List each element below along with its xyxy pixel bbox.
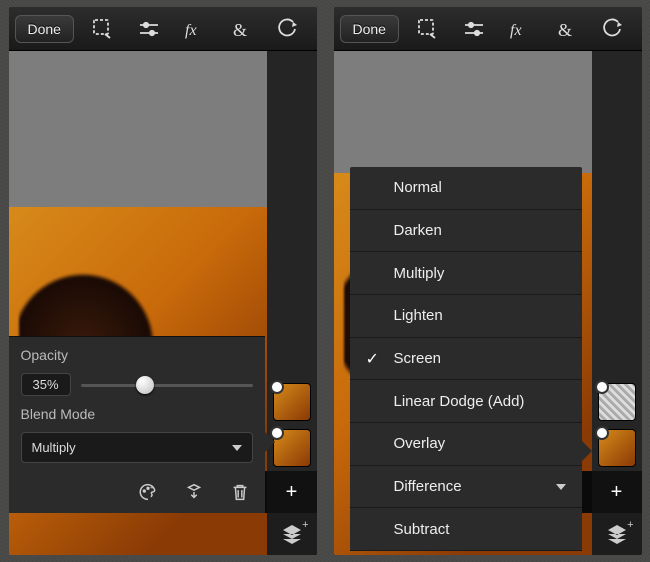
panel-pointer-icon — [265, 432, 275, 452]
blend-mode-option-multiply[interactable]: Multiply — [350, 252, 582, 295]
opacity-value-field[interactable]: 35% — [21, 373, 71, 396]
blend-mode-select[interactable]: Multiply — [21, 432, 253, 463]
add-layer-button[interactable]: + — [592, 471, 642, 513]
blend-mode-option-overlay[interactable]: Overlay — [350, 423, 582, 466]
blend-mode-option-screen[interactable]: Screen — [350, 338, 582, 381]
done-button[interactable]: Done — [15, 15, 74, 43]
undo-icon[interactable] — [595, 12, 629, 46]
svg-text:+: + — [149, 482, 153, 491]
undo-icon[interactable] — [270, 12, 304, 46]
fx-tool-icon[interactable]: fx — [503, 12, 537, 46]
svg-text:fx: fx — [510, 22, 522, 39]
toolbar-icons: fx & — [74, 12, 311, 46]
blend-mode-label: Blend Mode — [21, 406, 253, 422]
layers-column: + + — [267, 51, 317, 555]
opacity-slider[interactable] — [81, 377, 253, 393]
blend-mode-menu: Normal Darken Multiply Lighten Screen Li… — [350, 167, 582, 551]
blend-mode-option-linear-dodge[interactable]: Linear Dodge (Add) — [350, 380, 582, 423]
blend-mode-option-darken[interactable]: Darken — [350, 210, 582, 253]
canvas-empty-area — [9, 51, 267, 207]
canvas-empty-area — [334, 51, 592, 173]
toolbar-icons: fx & — [399, 12, 636, 46]
menu-pointer-icon — [582, 441, 592, 461]
selection-tool-icon[interactable] — [86, 12, 120, 46]
svg-text:fx: fx — [185, 22, 197, 39]
done-button[interactable]: Done — [340, 15, 399, 43]
opacity-label: Opacity — [21, 347, 253, 363]
merge-down-icon[interactable] — [181, 479, 207, 505]
blend-mode-value: Multiply — [32, 440, 76, 455]
layer-options-panel: Opacity 35% Blend Mode Multiply + — [9, 336, 265, 513]
layer-thumb-1[interactable] — [273, 383, 311, 421]
layer-action-icons: + — [21, 473, 253, 505]
ampersand-tool-icon[interactable]: & — [549, 12, 583, 46]
adjust-tool-icon[interactable] — [132, 12, 166, 46]
ampersand-tool-icon[interactable]: & — [224, 12, 258, 46]
fx-tool-icon[interactable]: fx — [178, 12, 212, 46]
chevron-down-icon — [232, 445, 242, 451]
app-window-right: Done fx & + + Normal Darken Multip — [334, 7, 642, 555]
layer-thumb-1[interactable] — [598, 383, 636, 421]
toolbar: Done fx & — [334, 7, 642, 51]
layers-panel-button[interactable]: + — [267, 513, 317, 555]
toolbar: Done fx & — [9, 7, 317, 51]
blend-mode-option-lighten[interactable]: Lighten — [350, 295, 582, 338]
plus-badge-icon: + — [627, 519, 633, 531]
adjust-tool-icon[interactable] — [457, 12, 491, 46]
layers-column: + + — [592, 51, 642, 555]
selection-tool-icon[interactable] — [411, 12, 445, 46]
blend-mode-option-difference[interactable]: Difference — [350, 466, 582, 509]
svg-text:&: & — [233, 20, 247, 40]
plus-badge-icon: + — [302, 519, 308, 531]
palette-add-icon[interactable]: + — [135, 479, 161, 505]
svg-text:&: & — [558, 20, 572, 40]
layers-panel-button[interactable]: + — [592, 513, 642, 555]
blend-mode-option-subtract[interactable]: Subtract — [350, 508, 582, 551]
add-layer-button[interactable]: + — [267, 471, 317, 513]
layer-thumb-2[interactable] — [598, 429, 636, 467]
opacity-slider-knob[interactable] — [136, 376, 154, 394]
trash-icon[interactable] — [227, 479, 253, 505]
chevron-down-icon — [556, 484, 566, 490]
layer-thumb-2[interactable] — [273, 429, 311, 467]
blend-mode-option-normal[interactable]: Normal — [350, 167, 582, 210]
app-window-left: Done fx & + + Opacity 35% — [9, 7, 317, 555]
